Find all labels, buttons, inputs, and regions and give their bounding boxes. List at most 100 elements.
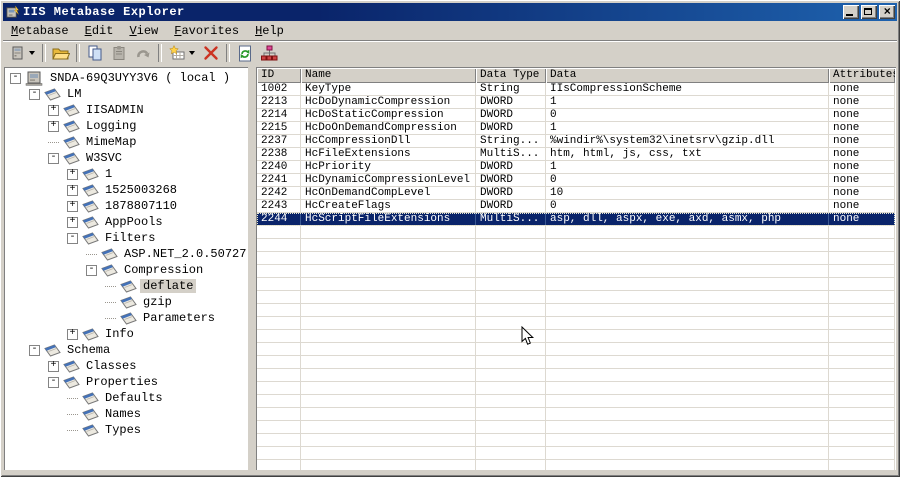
expand-icon[interactable]: + [48,360,59,372]
tree-item-defaults[interactable]: Defaults [4,390,248,406]
table-row[interactable]: 2213 HcDoDynamicCompression DWORD 1 none [257,96,895,109]
table-row[interactable]: 2244 HcScriptFileExtensions MultiS... asp, … [257,213,895,226]
table-cell [829,330,895,342]
expand-icon[interactable]: + [67,168,78,180]
minimize-button[interactable] [843,5,859,19]
tree-item-lm[interactable]: - LM [4,86,248,102]
tree-item-classes[interactable]: + Classes [4,358,248,374]
maximize-button[interactable] [861,5,877,19]
tree-item-w3svc[interactable]: - W3SVC [4,150,248,166]
column-header-data-type[interactable]: Data Type [476,68,546,83]
table-cell [546,395,829,407]
table-cell: HcScriptFileExtensions [301,213,476,225]
tree-item-logging[interactable]: + Logging [4,118,248,134]
collapse-icon[interactable]: - [48,376,59,388]
tree-connector [105,285,116,287]
connect-button[interactable] [5,42,29,64]
key-icon [82,327,99,341]
collapse-icon[interactable]: - [10,72,21,84]
tree-item-schema[interactable]: - Schema [4,342,248,358]
tree-item-snda-69q3uyy3v6-local[interactable]: - SNDA-69Q3UYY3V6 ( local ) [4,70,248,86]
expand-icon[interactable]: + [67,200,78,212]
expand-icon[interactable]: + [48,104,59,116]
column-header-attributes[interactable]: Attributes [829,68,895,83]
tree-item-names[interactable]: Names [4,406,248,422]
table-row[interactable]: 1002 KeyType String IIsCompressionScheme non… [257,83,895,96]
tree-item-parameters[interactable]: Parameters [4,310,248,326]
paste-icon [111,45,127,61]
key-icon [82,215,99,229]
table-cell: 2214 [257,109,301,121]
table-cell: 2242 [257,187,301,199]
column-header-name[interactable]: Name [301,68,476,83]
expand-icon[interactable]: + [48,120,59,132]
table-cell [257,330,301,342]
table-row[interactable]: 2215 HcDoOnDemandCompression DWORD 1 none [257,122,895,135]
panel-splitter[interactable] [248,67,256,470]
table-cell [829,265,895,277]
empty-row [257,278,895,291]
key-icon [120,311,137,325]
tree-item-filters[interactable]: - Filters [4,230,248,246]
key-icon [82,407,99,421]
expand-icon[interactable]: + [67,328,78,340]
tree-item-types[interactable]: Types [4,422,248,438]
open-button[interactable] [49,42,73,64]
menu-view[interactable]: View [121,23,166,39]
tree-item-gzip[interactable]: gzip [4,294,248,310]
table-cell: HcPriority [301,161,476,173]
close-button[interactable]: × [879,5,895,19]
tree-item-apppools[interactable]: + AppPools [4,214,248,230]
tree-item-properties[interactable]: - Properties [4,374,248,390]
new-key-button[interactable] [165,42,189,64]
tree-item-1525003268[interactable]: +1525003268 [4,182,248,198]
menu-edit[interactable]: Edit [77,23,122,39]
table-row[interactable]: 2238 HcFileExtensions MultiS... htm, html, … [257,148,895,161]
tree-item-compression[interactable]: - Compression [4,262,248,278]
tree-item-iisadmin[interactable]: + IISADMIN [4,102,248,118]
table-row[interactable]: 2240 HcPriority DWORD 1 none [257,161,895,174]
tree-item-deflate[interactable]: deflate [4,278,248,294]
delete-button[interactable] [199,42,223,64]
table-cell [301,356,476,368]
collapse-icon[interactable]: - [29,344,40,356]
tree-connector [105,317,116,319]
table-row[interactable]: 2241 HcDynamicCompressionLevel DWORD 0 none [257,174,895,187]
refresh-button[interactable] [233,42,257,64]
menu-favorites[interactable]: Favorites [166,23,247,39]
menu-help[interactable]: Help [247,23,292,39]
table-cell: 2244 [257,213,301,225]
collapse-icon[interactable]: - [86,264,97,276]
table-cell: String... [476,135,546,147]
table-row[interactable]: 2237 HcCompressionDll String... %windir%\sy… [257,135,895,148]
collapse-icon[interactable]: - [67,232,78,244]
empty-row [257,330,895,343]
table-cell: String [476,83,546,95]
tree-item-1878807110[interactable]: +1878807110 [4,198,248,214]
expand-icon[interactable]: + [67,216,78,228]
empty-row [257,343,895,356]
menu-metabase[interactable]: Metabase [3,23,77,39]
tree-view-button[interactable] [257,42,281,64]
dropdown-arrow-icon[interactable] [29,51,35,55]
key-icon [101,247,118,261]
tree-item-info[interactable]: + Info [4,326,248,342]
dropdown-arrow-icon[interactable] [189,51,195,55]
table-row[interactable]: 2214 HcDoStaticCompression DWORD 0 none [257,109,895,122]
tree-item-1[interactable]: +1 [4,166,248,182]
table-row[interactable]: 2243 HcCreateFlags DWORD 0 none [257,200,895,213]
key-icon [63,375,80,389]
table-cell [257,226,301,238]
tree-item-mimemap[interactable]: MimeMap [4,134,248,150]
copy-button[interactable] [83,42,107,64]
table-row[interactable]: 2242 HcOnDemandCompLevel DWORD 10 none [257,187,895,200]
tree-item-asp-net-2-0-50727-0[interactable]: ASP.NET_2.0.50727.0 [4,246,248,262]
tree-label: Parameters [143,311,216,325]
app-window: IIS Metabase Explorer × Metabase Edit View… [0,0,900,477]
key-icon [63,359,80,373]
column-header-data[interactable]: Data [546,68,829,83]
expand-icon[interactable]: + [67,184,78,196]
column-header-id[interactable]: ID [257,68,301,83]
collapse-icon[interactable]: - [29,88,40,100]
collapse-icon[interactable]: - [48,152,59,164]
